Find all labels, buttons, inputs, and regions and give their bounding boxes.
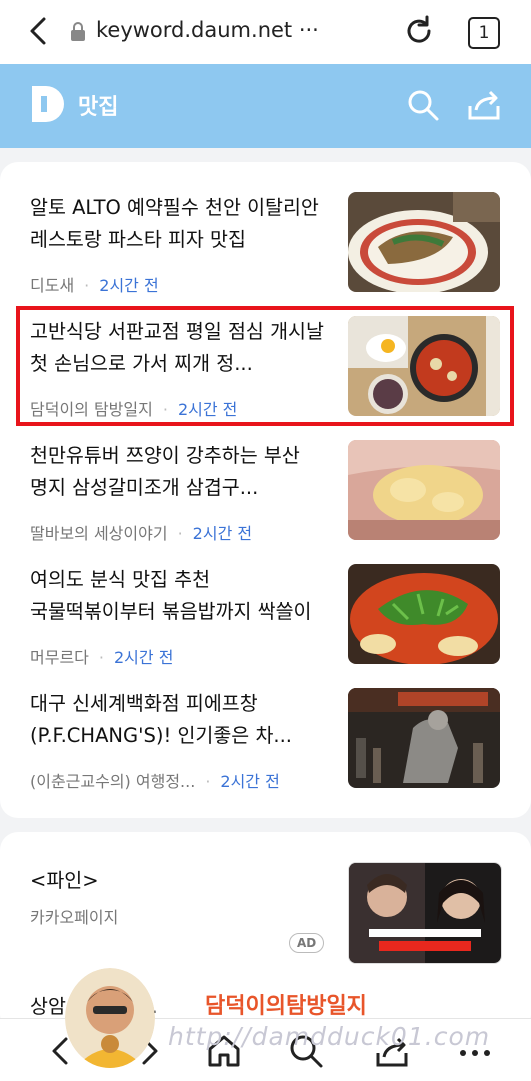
watermark-name: 담덕이의탐방일지 [205, 994, 367, 1019]
ad-advertiser: 카카오페이지 [30, 908, 119, 927]
article-source: 디도새 [30, 276, 75, 295]
back-arrow-icon[interactable] [22, 14, 56, 48]
highlight-box [16, 306, 514, 426]
article-title[interactable]: 천만유튜버 쯔양이 강추하는 부산 명지 삼성갈미조개 삼겹구... [30, 440, 330, 504]
tab-count-button[interactable]: 1 [468, 17, 500, 49]
url-text[interactable]: keyword.daum.net ··· [96, 18, 319, 42]
article-title[interactable]: 여의도 분식 맛집 추천 국물떡볶이부터 볶음밥까지 싹쓸이 [30, 564, 330, 628]
ad-title[interactable]: <파인> [30, 864, 99, 893]
ad-thumbnail[interactable] [348, 862, 502, 964]
article-thumbnail[interactable] [348, 440, 500, 540]
article-time: 2시간 전 [99, 276, 159, 295]
article-source: 머무르다 [30, 648, 89, 667]
article-meta: 딸바보의 세상이야기 · 2시간 전 [30, 524, 253, 543]
lock-icon [71, 22, 85, 41]
ad-badge: AD [289, 933, 325, 953]
share-icon[interactable] [466, 88, 502, 122]
article-thumbnail[interactable] [348, 564, 500, 664]
article-source: 딸바보의 세상이야기 [30, 524, 168, 543]
article-time: 2시간 전 [220, 772, 280, 791]
daum-logo-icon[interactable] [30, 84, 66, 124]
article-thumbnail[interactable] [348, 688, 500, 788]
article-title[interactable]: 알토 ALTO 예약필수 천안 이탈리안 레스토랑 파스타 피자 맛집 [30, 192, 330, 256]
article-time: 2시간 전 [113, 648, 174, 667]
reload-icon[interactable] [402, 14, 436, 48]
article-meta: 디도새 · 2시간 전 [30, 276, 159, 295]
daum-header: 맛집 [0, 64, 531, 148]
page-title: 맛집 [78, 95, 119, 120]
article-meta: (이춘근교수의) 여행정... · 2시간 전 [30, 772, 280, 791]
article-title[interactable]: 대구 신세계백화점 피에프창 (P.F.CHANG'S)! 인기좋은 차... [30, 688, 330, 752]
search-icon[interactable] [406, 88, 440, 122]
article-thumbnail[interactable] [348, 192, 500, 292]
news-list-card: 알토 ALTO 예약필수 천안 이탈리안 레스토랑 파스타 피자 맛집 디도새 ·… [0, 162, 531, 818]
browser-url-bar: keyword.daum.net ··· 1 [0, 0, 531, 64]
article-meta: 머무르다 · 2시간 전 [30, 648, 174, 667]
article-time: 2시간 전 [192, 524, 253, 543]
article-source: (이춘근교수의) 여행정... [30, 772, 196, 791]
watermark-avatar [65, 968, 155, 1068]
watermark-url: http://damdduck01.com [168, 1022, 491, 1051]
